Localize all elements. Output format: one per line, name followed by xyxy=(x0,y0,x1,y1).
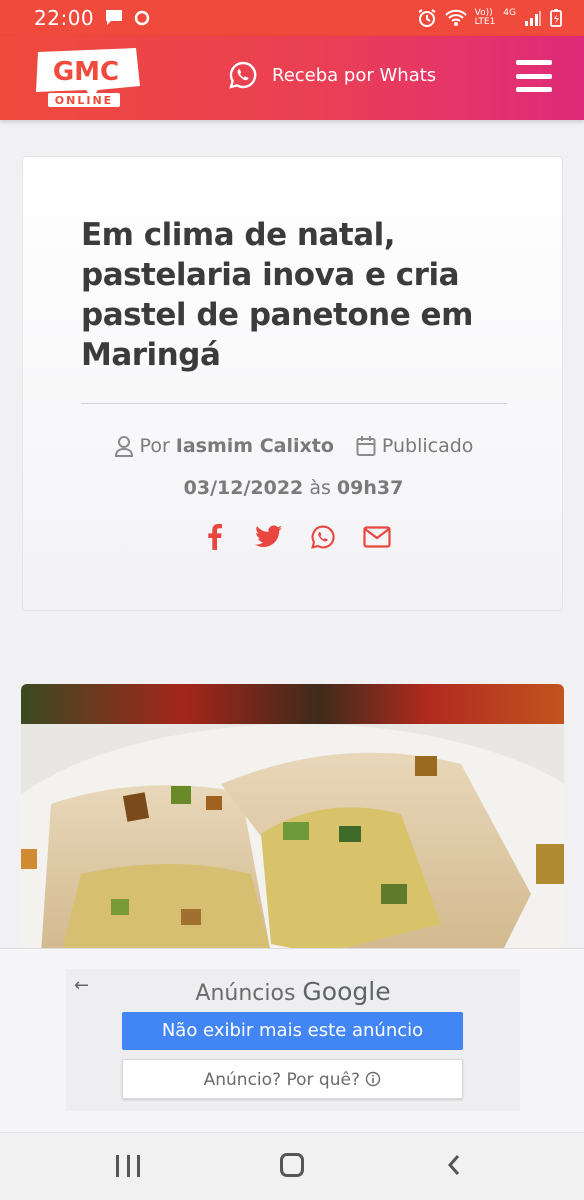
ad-title-brand: Google xyxy=(302,977,391,1006)
home-icon[interactable] xyxy=(280,1153,304,1177)
ad-panel-title: Anúncios Google xyxy=(66,977,520,1006)
battery-charging-icon xyxy=(550,9,562,27)
article-image xyxy=(21,684,564,954)
facebook-share-icon[interactable] xyxy=(201,523,229,551)
divider xyxy=(81,403,507,404)
status-bar: 22:00 Vo)) LTE1 4G xyxy=(0,0,584,36)
share-buttons xyxy=(201,523,391,551)
hamburger-menu-icon[interactable] xyxy=(516,58,552,94)
site-header: GMC ONLINE Receba por Whats xyxy=(0,36,584,120)
user-icon xyxy=(114,436,133,457)
circle-icon xyxy=(134,10,150,26)
whatsapp-subscribe-link[interactable]: Receba por Whats xyxy=(228,60,436,90)
info-icon xyxy=(366,1071,381,1087)
twitter-share-icon[interactable] xyxy=(255,523,283,551)
article-header-card: Em clima de natal, pastelaria inova e cr… xyxy=(22,156,563,611)
pastry-photo xyxy=(21,684,564,954)
ad-feedback-panel: ← Anúncios Google Não exibir mais este a… xyxy=(66,969,520,1111)
back-icon[interactable] xyxy=(446,1153,462,1177)
calendar-icon xyxy=(356,436,376,456)
publish-time: 09h37 xyxy=(336,477,404,499)
hide-ad-button[interactable]: Não exibir mais este anúncio xyxy=(122,1012,463,1050)
ad-title-prefix: Anúncios xyxy=(195,981,296,1006)
site-logo[interactable]: GMC ONLINE xyxy=(32,46,142,107)
author-name[interactable]: Iasmim Calixto xyxy=(176,435,334,457)
recent-apps-icon[interactable] xyxy=(116,1155,140,1177)
system-navigation-bar xyxy=(0,1132,584,1200)
signal-icon xyxy=(525,11,541,26)
alarm-icon xyxy=(418,9,436,27)
message-icon xyxy=(106,10,123,25)
email-share-icon[interactable] xyxy=(363,523,391,551)
why-this-ad-button[interactable]: Anúncio? Por quê? xyxy=(122,1059,463,1099)
whatsapp-label: Receba por Whats xyxy=(272,64,437,86)
why-this-ad-label: Anúncio? Por quê? xyxy=(203,1070,360,1090)
article-title: Em clima de natal, pastelaria inova e cr… xyxy=(81,217,473,373)
wifi-icon xyxy=(444,9,467,26)
logo-sub-text: ONLINE xyxy=(55,94,113,107)
publish-date: 03/12/2022 xyxy=(183,477,304,499)
volte-indicator: Vo)) LTE1 xyxy=(474,8,496,27)
whatsapp-share-icon[interactable] xyxy=(309,523,337,551)
logo-graphic: GMC ONLINE xyxy=(36,48,140,107)
published-label: Publicado xyxy=(381,435,474,457)
whatsapp-icon xyxy=(229,61,257,89)
ad-overlay: ← Anúncios Google Não exibir mais este a… xyxy=(0,948,584,1132)
status-time: 22:00 xyxy=(34,6,95,30)
article-byline: Por Iasmim Calixto Publicado xyxy=(23,435,564,457)
publish-datetime: 03/12/2022 às 09h37 xyxy=(23,477,564,499)
network-type: 4G xyxy=(503,8,516,18)
at-word: às xyxy=(309,477,331,499)
by-prefix: Por xyxy=(139,435,170,457)
logo-main-text: GMC xyxy=(53,57,119,87)
